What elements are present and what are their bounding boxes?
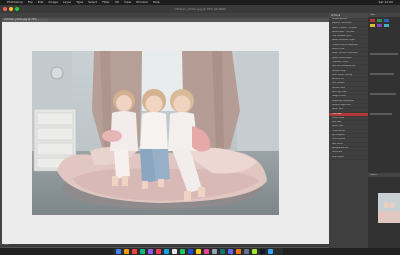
dock-app-icon[interactable]	[196, 249, 201, 254]
document-tab[interactable]: children_photo.jpg @ 25%	[2, 18, 48, 22]
layer-thumbnail[interactable]	[378, 193, 400, 223]
dock-app-icon[interactable]	[124, 249, 129, 254]
menu-item[interactable]: Edit	[38, 0, 44, 4]
dock-app-icon[interactable]	[156, 249, 161, 254]
dock-app-icon[interactable]	[204, 249, 209, 254]
dock-app-icon[interactable]	[116, 249, 121, 254]
right-panel: Color Layers	[368, 13, 400, 248]
status-bar: 25%	[2, 244, 331, 247]
menu-item[interactable]: Help	[153, 0, 160, 4]
adjustment-row[interactable]	[370, 93, 396, 95]
dock-app-icon[interactable]	[268, 249, 273, 254]
color-swatch[interactable]	[384, 24, 389, 27]
dock-app-icon[interactable]	[180, 249, 185, 254]
photo-children-on-bed	[32, 51, 279, 215]
menu-item[interactable]: Image	[49, 0, 58, 4]
menu-item[interactable]: Photoshop	[7, 0, 23, 4]
color-swatch[interactable]	[377, 19, 382, 22]
menu-item[interactable]: 3D	[115, 0, 119, 4]
dock-app-icon[interactable]	[212, 249, 217, 254]
dock-app-icon[interactable]	[148, 249, 153, 254]
color-panel-header[interactable]: Color	[368, 13, 400, 17]
adjustment-row[interactable]	[370, 73, 394, 75]
color-swatch[interactable]	[384, 19, 389, 22]
dock-app-icon[interactable]	[260, 249, 265, 254]
dock-app-icon[interactable]	[228, 249, 233, 254]
dock-app-icon[interactable]	[244, 249, 249, 254]
dock-app-icon[interactable]	[236, 249, 241, 254]
adjustment-row[interactable]	[370, 53, 398, 55]
canvas-area[interactable]: children_photo.jpg @ 25%	[2, 18, 329, 244]
menu-item[interactable]: Filter	[102, 0, 109, 4]
dock-app-icon[interactable]	[172, 249, 177, 254]
dock-app-icon[interactable]	[132, 249, 137, 254]
dock-app-icon[interactable]	[140, 249, 145, 254]
color-swatch[interactable]	[377, 24, 382, 27]
action-item[interactable]: Final Export	[329, 156, 368, 160]
dock-app-icon[interactable]	[252, 249, 257, 254]
menu-item[interactable]: File	[28, 0, 33, 4]
layers-panel-header[interactable]: Layers	[368, 173, 400, 177]
menu-item[interactable]: Select	[88, 0, 97, 4]
dock-app-icon[interactable]	[220, 249, 225, 254]
menu-item[interactable]: Type	[76, 0, 83, 4]
menu-item[interactable]: View	[124, 0, 131, 4]
color-swatch[interactable]	[370, 24, 375, 27]
window-title: children_photo.jpg @ 25% (RGB/8)	[174, 7, 226, 11]
color-swatch[interactable]	[370, 19, 375, 22]
actions-list: Default Actions Vignette (selection) Frame…	[329, 18, 368, 160]
menu-item[interactable]: Layer	[63, 0, 71, 4]
adjustment-row[interactable]	[370, 113, 392, 115]
dock-app-icon[interactable]	[188, 249, 193, 254]
actions-panel: Actions Default Actions Vignette (selecti…	[329, 13, 368, 248]
dock-app-icon[interactable]	[164, 249, 169, 254]
menu-item[interactable]: Window	[136, 0, 148, 4]
